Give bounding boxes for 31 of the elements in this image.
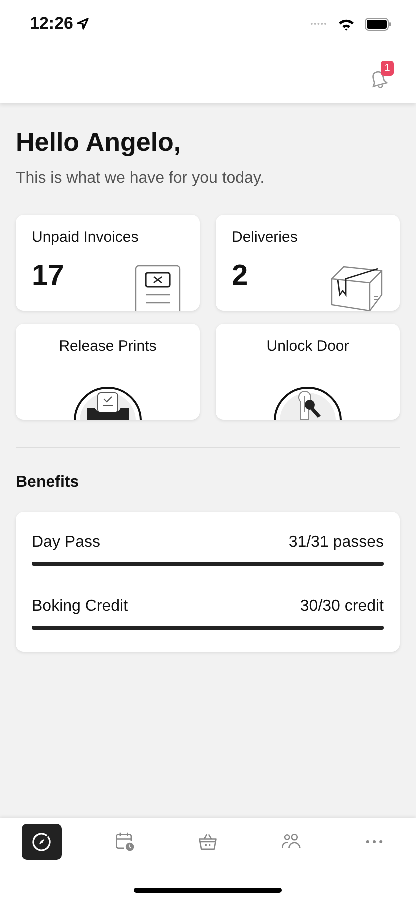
- signal-icon: [310, 22, 328, 26]
- compass-icon: [30, 831, 53, 853]
- print-tray-icon: [73, 386, 143, 420]
- card-label: Unpaid Invoices: [32, 229, 140, 246]
- benefit-reading: 31/31 passes: [288, 534, 384, 552]
- wifi-icon: [338, 18, 355, 30]
- benefits-title: Benefits: [16, 474, 80, 492]
- card-label: Unlock Door: [266, 338, 350, 355]
- status-time: 12:26: [30, 14, 74, 34]
- card-label: Release Prints: [59, 338, 157, 355]
- notifications-button[interactable]: 1: [368, 60, 394, 90]
- card-value: 17: [32, 260, 64, 293]
- explore-tab[interactable]: [22, 824, 62, 860]
- notification-badge: 1: [381, 60, 394, 76]
- benefit-name: Boking Credit: [32, 598, 128, 616]
- greeting-subtitle: This is what we have for you today.: [16, 170, 266, 188]
- calendar-clock-icon: [114, 831, 136, 853]
- card-label: Deliveries: [232, 229, 299, 246]
- battery-icon: [365, 18, 392, 30]
- action-card[interactable]: Release Prints: [16, 324, 200, 420]
- greeting-title: Hello Angelo,: [16, 127, 182, 158]
- more-icon: [366, 840, 383, 844]
- stat-card[interactable]: Deliveries 2: [216, 215, 400, 311]
- key-icon: [273, 386, 343, 420]
- benefit-reading: 30/30 credit: [300, 598, 384, 616]
- action-card[interactable]: Unlock Door: [216, 324, 400, 420]
- invoice-icon: [134, 265, 182, 311]
- card-value: 2: [232, 260, 248, 293]
- location-arrow-icon: [77, 18, 90, 30]
- stat-card[interactable]: Unpaid Invoices 17: [16, 215, 200, 311]
- benefit-name: Day Pass: [32, 534, 100, 552]
